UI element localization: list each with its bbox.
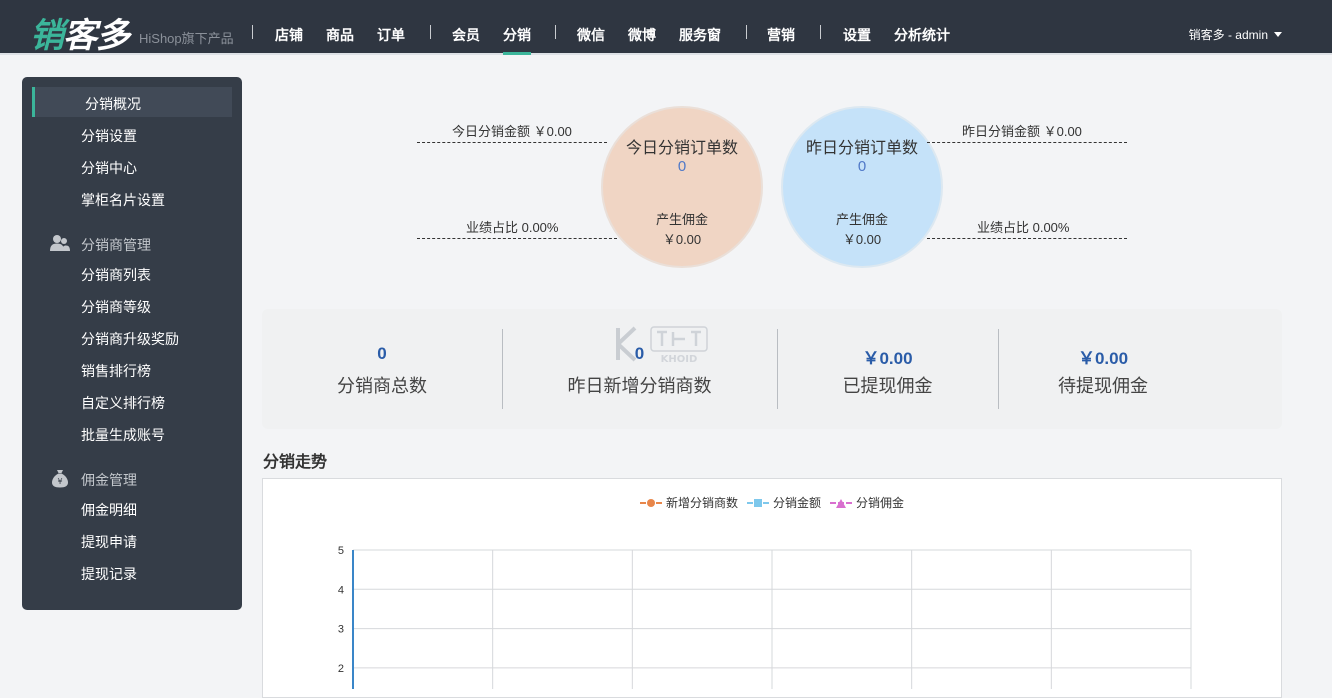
sidebar-item-withdraw-records[interactable]: 提现记录 [81, 564, 137, 584]
y-tick-label: 4 [338, 584, 344, 596]
nav-separator [252, 25, 253, 39]
brand-subtitle: HiShop旗下产品 [139, 31, 234, 46]
leader-line [927, 238, 1127, 239]
sidebar-item-distributor-levels[interactable]: 分销商等级 [81, 297, 151, 317]
stat-value: ￥0.00 [1077, 349, 1129, 368]
watermark-logo: KHOID [616, 326, 708, 364]
sidebar-item-distributor-list[interactable]: 分销商列表 [81, 265, 151, 285]
nav-item-products[interactable]: 商品 [326, 0, 354, 55]
money-bag-icon: ¥ [52, 470, 68, 488]
nav-item-members[interactable]: 会员 [452, 0, 480, 55]
watermark-text: KHOID [661, 354, 698, 364]
sidebar: 分销概况 分销设置 分销中心 掌柜名片设置 分销商管理 分销商列表 分销商等级 … [22, 77, 242, 610]
today-commission-value: ￥0.00 [662, 232, 702, 247]
today-orders-circle: 今日分销订单数 0 产生佣金 ￥0.00 [601, 106, 763, 268]
yesterday-amount-label: 昨日分销金额 ￥0.00 [962, 124, 1082, 139]
y-tick-label: 3 [338, 624, 344, 636]
nav-item-settings[interactable]: 设置 [843, 0, 871, 55]
sidebar-group-commission: 佣金管理 [81, 472, 137, 488]
sidebar-item-card-settings[interactable]: 掌柜名片设置 [81, 190, 165, 210]
sidebar-item-commission-detail[interactable]: 佣金明细 [81, 500, 137, 520]
stats-panel: 0 分销商总数 0 昨日新增分销商数 ￥0.00 已提现佣金 ￥0.00 待提现… [262, 309, 1282, 429]
sidebar-item-upgrade-rewards[interactable]: 分销商升级奖励 [81, 329, 179, 349]
nav-item-analytics[interactable]: 分析统计 [894, 0, 950, 55]
stat-value: 0 [377, 344, 387, 363]
sidebar-item-center[interactable]: 分销中心 [81, 158, 137, 178]
nav-item-weibo[interactable]: 微博 [628, 0, 656, 55]
yesterday-ratio-label: 业绩占比 0.00% [977, 220, 1070, 235]
user-menu[interactable]: 销客多 - admin [1189, 26, 1282, 43]
leader-line [417, 142, 607, 143]
stat-total-distributors: 0 分销商总数 [262, 309, 502, 429]
nav-item-wechat[interactable]: 微信 [577, 0, 605, 55]
today-ratio-label: 业绩占比 0.00% [466, 220, 559, 235]
svg-text:¥: ¥ [57, 477, 62, 486]
sidebar-item-withdraw-request[interactable]: 提现申请 [81, 532, 137, 552]
leader-line [417, 238, 617, 239]
stat-value: ￥0.00 [862, 349, 913, 368]
top-navbar: 销客多 HiShop旗下产品 店铺 商品 订单 会员 分销 微信 微博 服务窗 … [0, 0, 1332, 57]
sidebar-item-overview[interactable]: 分销概况 [85, 94, 141, 114]
trend-chart: 5 4 3 2 [338, 545, 1192, 689]
sidebar-item-batch-accounts[interactable]: 批量生成账号 [81, 425, 165, 445]
stat-pending-commission: ￥0.00 待提现佣金 [998, 309, 1208, 429]
sidebar-item-custom-ranking[interactable]: 自定义排行榜 [81, 393, 165, 413]
nav-separator [430, 25, 431, 39]
brand-logo[interactable]: 销客多 [30, 8, 130, 57]
nav-item-store[interactable]: 店铺 [275, 0, 303, 55]
nav-item-distribution[interactable]: 分销 [503, 0, 531, 55]
trend-title: 分销走势 [263, 454, 328, 471]
sidebar-item-settings[interactable]: 分销设置 [81, 126, 137, 146]
nav-item-marketing[interactable]: 营销 [767, 0, 795, 55]
nav-separator [746, 25, 747, 39]
today-amount-label: 今日分销金额 ￥0.00 [452, 124, 572, 139]
yesterday-orders-count: 0 [857, 158, 867, 175]
users-icon [50, 235, 70, 251]
sidebar-item-sales-ranking[interactable]: 销售排行榜 [81, 361, 151, 381]
nav-separator [555, 25, 556, 39]
today-commission-label: 产生佣金 [655, 212, 708, 227]
yesterday-orders-circle: 昨日分销订单数 0 产生佣金 ￥0.00 [781, 106, 943, 268]
stat-label: 分销商总数 [337, 376, 427, 396]
leader-line [927, 142, 1127, 143]
stat-label: 待提现佣金 [1058, 376, 1148, 396]
nav-item-orders[interactable]: 订单 [377, 0, 405, 55]
stat-withdrawn-commission: ￥0.00 已提现佣金 [777, 309, 998, 429]
yesterday-commission-label: 产生佣金 [835, 212, 888, 227]
stat-label: 已提现佣金 [842, 376, 933, 396]
caret-down-icon [1274, 32, 1282, 37]
nav-item-service-window[interactable]: 服务窗 [679, 0, 721, 55]
sidebar-group-distributors: 分销商管理 [81, 237, 151, 253]
yesterday-orders-title: 昨日分销订单数 [805, 140, 918, 157]
y-tick-label: 5 [338, 545, 344, 557]
user-name: 销客多 - admin [1188, 28, 1268, 42]
yesterday-commission-value: ￥0.00 [842, 232, 882, 247]
stat-label: 昨日新增分销商数 [567, 376, 712, 396]
nav-separator [820, 25, 821, 39]
today-orders-title: 今日分销订单数 [625, 140, 738, 157]
y-tick-label: 2 [338, 663, 344, 675]
today-orders-count: 0 [677, 158, 687, 175]
